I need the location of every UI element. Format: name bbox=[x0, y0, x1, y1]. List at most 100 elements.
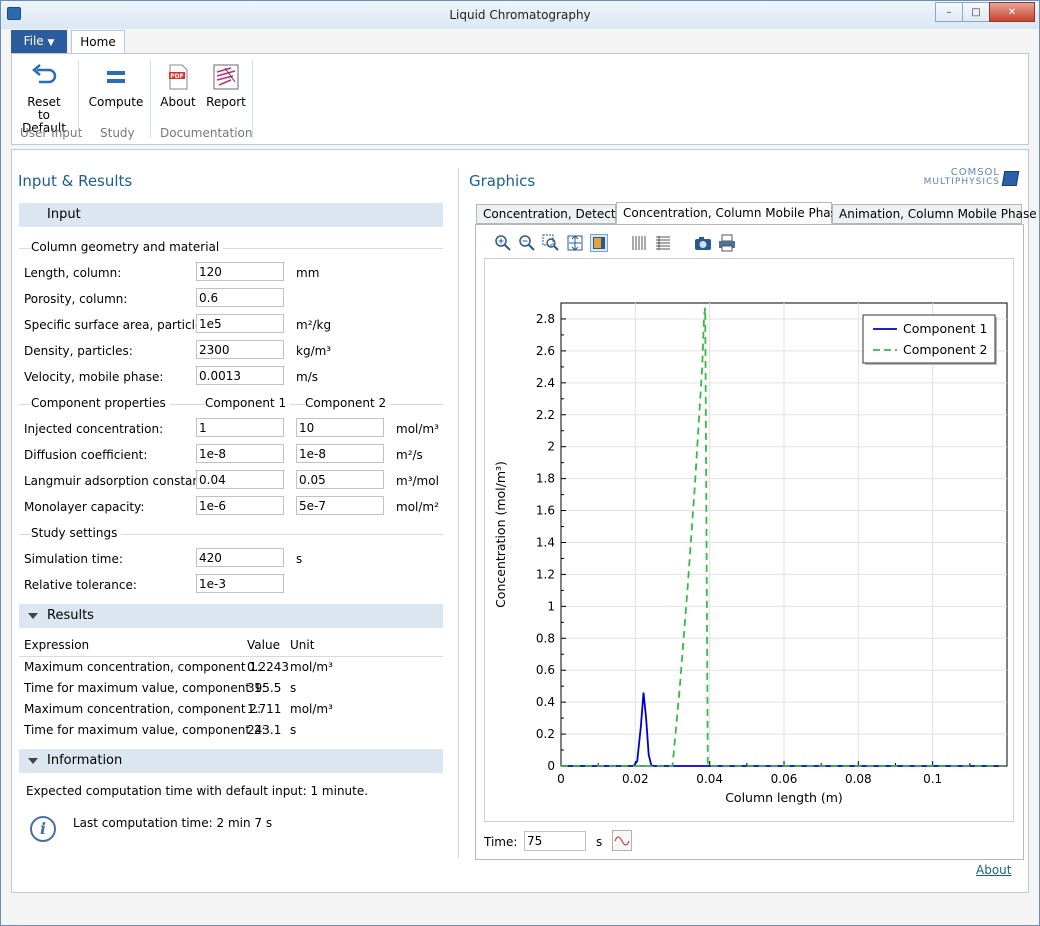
y-tick-label: 2.6 bbox=[536, 344, 555, 358]
field-label: Monolayer capacity: bbox=[24, 500, 145, 514]
zoom-in-icon[interactable] bbox=[494, 234, 512, 252]
y-tick-label: 0.2 bbox=[536, 727, 555, 741]
y-tick-label: 0.8 bbox=[536, 631, 555, 645]
result-expression: Time for maximum value, component 1: bbox=[24, 681, 266, 695]
tab-concentration-column-mobile-phase[interactable]: Concentration, Column Mobile Phase bbox=[616, 202, 844, 224]
table-icon[interactable] bbox=[654, 234, 672, 252]
tab-concentration-detector[interactable]: Concentration, Detector bbox=[476, 204, 628, 224]
results-section-header[interactable]: Results bbox=[19, 604, 443, 628]
geometry-heading: Column geometry and material bbox=[31, 240, 224, 254]
legend-label-1: Component 1 bbox=[903, 321, 988, 336]
close-button[interactable]: ✕ bbox=[989, 2, 1035, 22]
input-field[interactable] bbox=[196, 262, 284, 281]
about-label: About bbox=[160, 95, 196, 109]
input-section-label: Input bbox=[47, 207, 81, 222]
input-results-title: Input & Results bbox=[18, 172, 133, 190]
camera-icon[interactable] bbox=[694, 234, 712, 252]
input-field[interactable] bbox=[196, 314, 284, 333]
input-field[interactable] bbox=[196, 366, 284, 385]
component-2-input[interactable] bbox=[296, 496, 384, 515]
x-tick-label: 0.02 bbox=[622, 772, 649, 786]
minimize-button[interactable]: – bbox=[935, 2, 963, 22]
file-label: File bbox=[23, 34, 44, 48]
study-subheader: Study settings bbox=[19, 526, 443, 540]
report-button[interactable]: Report bbox=[204, 62, 248, 109]
zoom-box-icon[interactable] bbox=[542, 234, 560, 252]
component-2-input[interactable] bbox=[296, 418, 384, 437]
pdf-icon: PDF bbox=[163, 62, 193, 92]
last-computation-time: Last computation time: 2 min 7 s bbox=[73, 816, 273, 830]
result-value: 395.5 bbox=[247, 681, 282, 695]
report-label: Report bbox=[206, 95, 246, 109]
comsol-logo: COMSOL MULTIPHYSICS bbox=[896, 168, 1020, 190]
field-unit: m²/s bbox=[396, 448, 423, 462]
result-expression: Time for maximum value, component 2: bbox=[24, 723, 266, 737]
field-unit: kg/m³ bbox=[296, 344, 332, 358]
input-field[interactable] bbox=[196, 340, 284, 359]
component-heading: Component properties bbox=[31, 396, 170, 410]
field-unit: m²/kg bbox=[296, 318, 332, 332]
field-unit: s bbox=[296, 552, 303, 566]
reset-to-default-button[interactable]: Reset to Default bbox=[20, 62, 68, 135]
result-unit: s bbox=[290, 723, 297, 737]
wave-icon[interactable] bbox=[612, 830, 632, 851]
x-tick-label: 0.1 bbox=[923, 772, 942, 786]
y-tick-label: 1.4 bbox=[536, 535, 555, 549]
component-subheader: Component properties Component 1 Compone… bbox=[19, 396, 443, 410]
zoom-extents-icon[interactable] bbox=[566, 234, 584, 252]
input-section-header[interactable]: Input bbox=[19, 203, 443, 227]
input-field[interactable] bbox=[196, 288, 284, 307]
info-text: Expected computation time with default i… bbox=[26, 784, 369, 798]
study-heading: Study settings bbox=[31, 526, 122, 540]
svg-text:PDF: PDF bbox=[170, 73, 183, 80]
component-2-input[interactable] bbox=[296, 444, 384, 463]
tab-home[interactable]: Home bbox=[71, 30, 125, 54]
comsol-logo-mark bbox=[1001, 171, 1020, 186]
information-section-header[interactable]: Information bbox=[19, 749, 443, 773]
x-axis-label: Column length (m) bbox=[725, 790, 843, 805]
time-unit: s bbox=[596, 835, 603, 849]
maximize-button[interactable]: □ bbox=[962, 2, 990, 22]
tab-animation-column-mobile-phase[interactable]: Animation, Column Mobile Phase bbox=[832, 204, 1037, 224]
about-link[interactable]: About bbox=[976, 863, 1011, 877]
ribbon-separator bbox=[78, 60, 79, 138]
results-col-expression: Expression bbox=[24, 638, 90, 652]
print-icon[interactable] bbox=[718, 234, 736, 252]
result-unit: mol/m³ bbox=[290, 660, 333, 674]
x-tick-label: 0.06 bbox=[771, 772, 798, 786]
result-value: 0.2243 bbox=[247, 660, 289, 674]
component-1-input[interactable] bbox=[196, 444, 284, 463]
field-unit: mol/m² bbox=[396, 500, 439, 514]
y-tick-label: 2.8 bbox=[536, 312, 555, 326]
pane-divider[interactable] bbox=[458, 168, 459, 858]
chevron-down-icon: ▼ bbox=[47, 38, 55, 48]
input-field[interactable] bbox=[196, 548, 284, 567]
y-tick-label: 0.6 bbox=[536, 663, 555, 677]
component-1-input[interactable] bbox=[196, 496, 284, 515]
y-tick-label: 2.4 bbox=[536, 376, 555, 390]
file-menu-button[interactable]: File ▼ bbox=[11, 30, 67, 53]
undo-arrow-icon bbox=[29, 62, 59, 92]
zoom-out-icon[interactable] bbox=[518, 234, 536, 252]
compute-button[interactable]: Compute bbox=[88, 62, 144, 109]
time-input[interactable] bbox=[524, 831, 586, 851]
about-button[interactable]: PDF About bbox=[158, 62, 198, 109]
grid-lines-icon[interactable] bbox=[630, 234, 648, 252]
x-tick-label: 0.04 bbox=[696, 772, 723, 786]
input-field[interactable] bbox=[196, 574, 284, 593]
plot-area[interactable]: 0 0.02 0.04 0.06 0.08 0.1 0 0.2 0.4 0.6 0.8 1 1.2 1.4… bbox=[484, 258, 1014, 822]
x-tick-label: 0 bbox=[557, 772, 565, 786]
field-unit: mol/m³ bbox=[396, 422, 439, 436]
x-tick-label: 0.08 bbox=[845, 772, 872, 786]
scene-light-icon[interactable] bbox=[590, 234, 608, 252]
field-label: Porosity, column: bbox=[24, 292, 128, 306]
component-1-input[interactable] bbox=[196, 418, 284, 437]
app-window: Liquid Chromatography – □ ✕ File ▼ Home … bbox=[0, 0, 1040, 926]
window-controls: – □ ✕ bbox=[935, 2, 1035, 22]
y-tick-label: 2.2 bbox=[536, 408, 555, 422]
information-section-label: Information bbox=[47, 753, 123, 768]
component-1-input[interactable] bbox=[196, 470, 284, 489]
result-unit: s bbox=[290, 681, 297, 695]
result-expression: Maximum concentration, component 1: bbox=[24, 660, 262, 674]
component-2-input[interactable] bbox=[296, 470, 384, 489]
